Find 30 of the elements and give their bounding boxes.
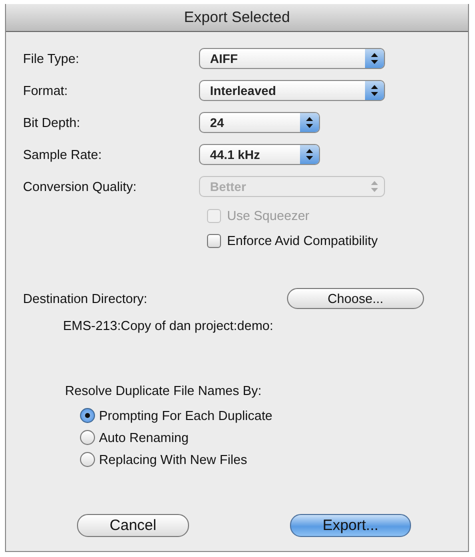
radio-label: Prompting For Each Duplicate: [99, 408, 272, 423]
popup-menu[interactable]: 44.1 kHz: [199, 144, 320, 165]
field-label: Sample Rate:: [23, 147, 103, 162]
field-label: Destination Directory:: [23, 291, 148, 306]
section-label: Resolve Duplicate File Names By:: [64, 382, 263, 398]
radio-button[interactable]: [80, 430, 95, 445]
radio-button[interactable]: [80, 452, 95, 467]
field-label: Bit Depth:: [23, 115, 82, 130]
stepper-arrows-icon: [306, 117, 313, 128]
popup-menu[interactable]: 24: [199, 112, 320, 133]
dialog-button[interactable]: Cancel: [77, 514, 189, 537]
stepper-arrows-icon: [306, 149, 313, 160]
dialog-button[interactable]: Export...: [290, 514, 411, 537]
stepper-arrows-icon: [371, 181, 378, 192]
checkbox[interactable]: [207, 234, 221, 248]
window-title: Export Selected: [6, 4, 468, 32]
field-label: Conversion Quality:: [23, 179, 138, 194]
stepper-arrows-icon: [371, 53, 378, 64]
radio-label: Replacing With New Files: [99, 452, 248, 467]
directory-path: EMS-213:Copy of dan project:demo:: [62, 317, 274, 333]
popup-menu[interactable]: AIFF: [199, 48, 385, 69]
checkbox-label: Enforce Avid Compatibility: [227, 233, 378, 248]
choose-button[interactable]: Choose...: [287, 288, 424, 309]
radio-label: Auto Renaming: [99, 430, 189, 445]
checkbox-label: Use Squeezer: [227, 208, 310, 223]
popup-menu[interactable]: Interleaved: [199, 80, 385, 101]
field-label: File Type:: [23, 51, 80, 66]
field-label: Format:: [23, 83, 69, 98]
stepper-arrows-icon: [371, 85, 378, 96]
radio-button[interactable]: [80, 408, 95, 423]
